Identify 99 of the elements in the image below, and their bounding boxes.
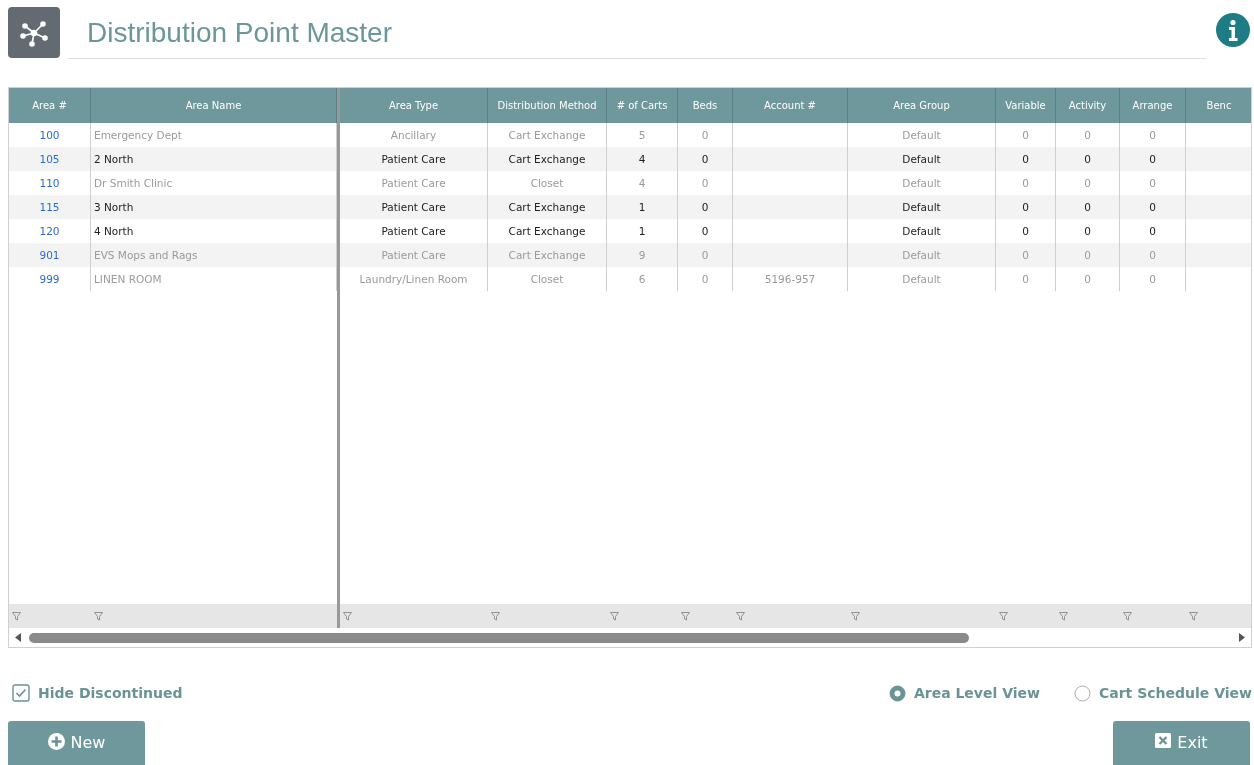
table-cell: 1 [638,225,646,237]
table-cell: Default [902,177,941,189]
table-cell: 0 [1084,153,1091,165]
plus-icon [47,733,65,750]
table-cell: 2 North [94,153,134,165]
table-cell: 0 [1022,225,1029,237]
scrollbar-thumb[interactable] [29,632,969,643]
table-cell: 0 [1022,129,1029,141]
table-cell: 0 [1149,201,1156,213]
filter-icon[interactable] [610,611,619,621]
table-cell: 1 [638,201,646,213]
table-cell: 0 [701,249,709,261]
table-cell: Default [902,129,941,141]
table-cell: Dr Smith Clinic [94,177,173,189]
area-number-link[interactable]: 105 [39,153,60,165]
radio-button[interactable] [1074,684,1091,702]
table-cell: 6 [638,273,646,285]
table-cell: 0 [701,177,709,189]
filter-icon[interactable] [1189,611,1198,621]
table-cell: 0 [1084,201,1091,213]
filter-icon[interactable] [343,611,352,621]
filter-icon[interactable] [1059,611,1068,621]
exit-button[interactable]: Exit [1113,721,1250,765]
scroll-right-icon[interactable] [1239,633,1245,642]
filter-icon[interactable] [12,611,21,621]
close-icon [1155,733,1172,748]
table-cell: 0 [1149,249,1156,261]
table-cell: Default [902,273,941,285]
table-cell: 4 [638,177,646,189]
filter-icon[interactable] [681,611,690,621]
table-cell: Closet [530,273,564,285]
table-cell: 0 [1022,201,1029,213]
table-cell: 9 [638,249,646,261]
table-cell: Default [902,201,941,213]
filter-icon[interactable] [851,611,860,621]
area-number-link[interactable]: 120 [39,225,60,237]
table-cell: 3 North [94,201,134,213]
table-cell: 0 [701,273,709,285]
table-cell: 0 [1084,129,1091,141]
table-cell: Patient Care [381,177,446,189]
area-number-link[interactable]: 110 [39,177,60,189]
table-cell: Cart Exchange [508,225,586,237]
filter-icon[interactable] [491,611,500,621]
info-icon[interactable] [1216,13,1250,47]
table-cell: Default [902,225,941,237]
area-number-link[interactable]: 115 [39,201,60,213]
filter-icon[interactable] [94,611,103,621]
table-cell: Laundry/Linen Room [359,273,468,285]
table-cell: 0 [1022,177,1029,189]
table-cell: 4 [638,153,646,165]
table-cell: Patient Care [381,249,446,261]
table-cell: 0 [1149,273,1156,285]
table-cell: Patient Care [381,201,446,213]
table-cell: Patient Care [381,225,446,237]
network-icon [8,7,60,58]
area-number-link[interactable]: 901 [39,249,60,261]
table-cell: 0 [1084,273,1091,285]
table-cell: 0 [1084,177,1091,189]
table-cell: 0 [1149,153,1156,165]
checkbox-label[interactable]: Hide Discontinued [38,685,183,701]
table-cell: 5 [638,129,646,141]
radio-label[interactable]: Cart Schedule View [1099,685,1252,701]
table-cell: 0 [1149,225,1156,237]
table-cell: Patient Care [381,153,446,165]
table-cell: Cart Exchange [508,201,586,213]
table-cell: 5196-957 [764,273,816,285]
checkbox[interactable] [12,684,30,702]
filter-icon[interactable] [999,611,1008,621]
table-cell: 0 [701,201,709,213]
table-cell: 0 [701,129,709,141]
radio-button[interactable] [888,684,906,702]
table-cell: 0 [701,225,709,237]
table-cell: 0 [1022,153,1029,165]
table-cell: Ancillary [390,129,437,141]
radio-label[interactable]: Area Level View [913,685,1040,701]
area-number-link[interactable]: 100 [39,129,60,141]
table-cell: 0 [1149,177,1156,189]
table-cell: 0 [1084,249,1091,261]
table-cell: Cart Exchange [508,153,586,165]
filter-icon[interactable] [736,611,745,621]
table-cell: Cart Exchange [508,129,586,141]
table-cell: Cart Exchange [508,249,586,261]
area-number-link[interactable]: 999 [39,273,60,285]
table-cell: Emergency Dept [94,129,182,141]
page-title: Distribution Point Master [87,16,392,49]
table-cell: 0 [1022,273,1029,285]
table-cell: 0 [1022,249,1029,261]
table-cell: 4 North [94,225,134,237]
table-cell: Closet [530,177,564,189]
table-cell: Default [902,249,941,261]
table-cell: 0 [1084,225,1091,237]
table-cell: EVS Mops and Rags [94,249,198,261]
table-cell: LINEN ROOM [94,273,162,285]
filter-icon[interactable] [1123,611,1132,621]
table-cell: 0 [701,153,709,165]
scroll-left-icon[interactable] [15,633,21,642]
table-cell: 0 [1149,129,1156,141]
table-cell: Default [902,153,941,165]
new-button[interactable]: New [8,721,145,765]
